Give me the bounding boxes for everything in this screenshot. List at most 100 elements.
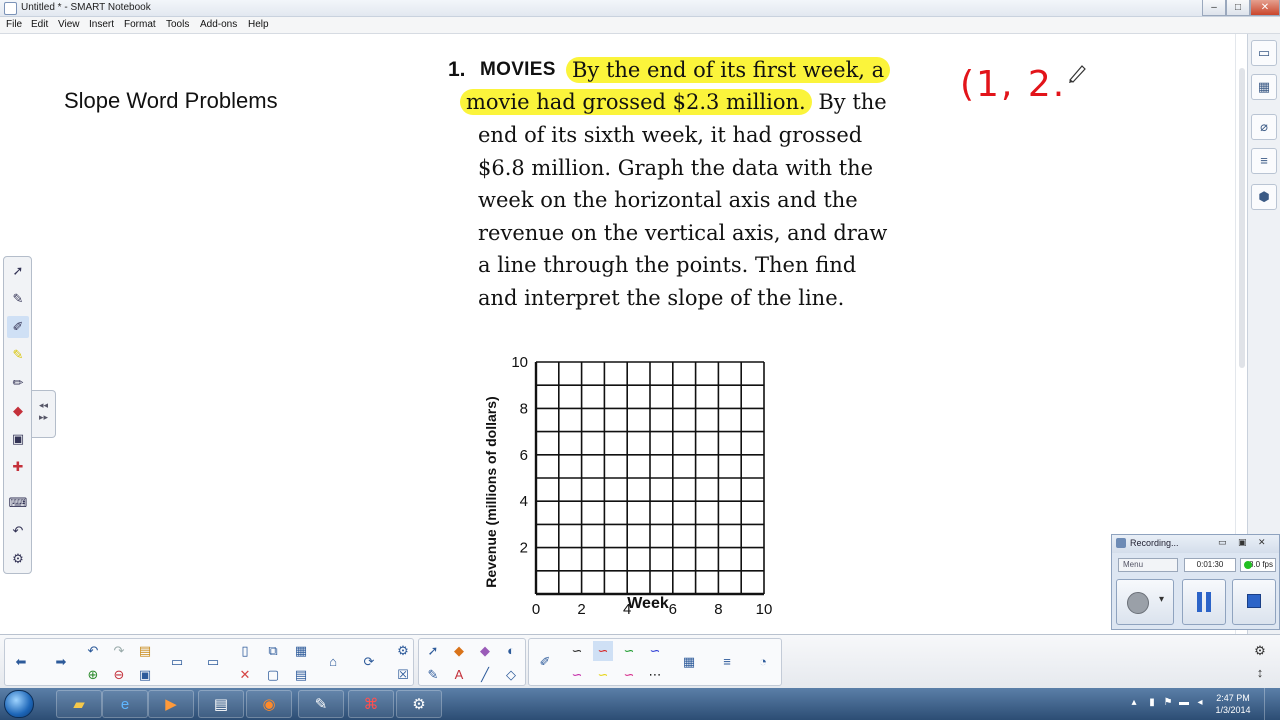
fill-icon[interactable]: ◐ bbox=[501, 641, 521, 661]
close-button[interactable]: ✕ bbox=[1250, 0, 1280, 16]
menu-insert[interactable]: Insert bbox=[89, 19, 114, 30]
menu-help[interactable]: Help bbox=[248, 19, 269, 30]
creative-pen-icon[interactable]: ✏ bbox=[7, 372, 29, 394]
graph-ticks: 0 2 4 6 8 10108642 bbox=[511, 354, 772, 618]
pause-button[interactable] bbox=[1182, 579, 1226, 625]
internet-explorer-taskbar-icon[interactable]: e bbox=[102, 690, 148, 718]
pen-style-yellow-icon[interactable]: ∽ bbox=[593, 665, 613, 685]
pen-style-dashed-icon[interactable]: ⋯ bbox=[645, 665, 665, 685]
line-icon[interactable]: ╱ bbox=[475, 665, 495, 685]
taskbar-clock[interactable]: 2:47 PM 1/3/2014 bbox=[1210, 692, 1256, 716]
color-palette-icon[interactable]: ▦ bbox=[679, 652, 699, 672]
highlighter-icon[interactable]: ✎ bbox=[7, 344, 29, 366]
delete-icon[interactable]: ✕ bbox=[235, 665, 255, 685]
recorder-restore-icon[interactable]: ▣ bbox=[1238, 537, 1247, 548]
scrollbar-thumb[interactable] bbox=[1239, 68, 1245, 368]
attachments-icon[interactable]: ⌀ bbox=[1251, 114, 1277, 140]
handwritten-ink[interactable]: (1, 2. bbox=[960, 64, 1066, 105]
eraser-icon[interactable]: ◆ bbox=[7, 400, 29, 422]
insert-table-icon[interactable]: ▤ bbox=[291, 665, 311, 685]
show-desktop-button[interactable] bbox=[1264, 688, 1280, 720]
menu-tools[interactable]: Tools bbox=[166, 19, 189, 30]
toolbar-settings-icon[interactable]: ⚙ bbox=[1250, 641, 1270, 661]
table-icon[interactable]: ▦ bbox=[291, 641, 311, 661]
customize-icon[interactable]: ⚙ bbox=[7, 548, 29, 570]
erase-icon[interactable]: ◇ bbox=[501, 665, 521, 685]
maximize-button[interactable]: □ bbox=[1226, 0, 1250, 16]
next-page-icon[interactable]: ➡ bbox=[51, 652, 71, 672]
pen-style-black-icon[interactable]: ∽ bbox=[567, 641, 587, 661]
menu-view[interactable]: View bbox=[58, 19, 80, 30]
recorder-close-icon[interactable]: ✕ bbox=[1258, 537, 1266, 548]
document-camera-icon[interactable]: ⌂ bbox=[323, 652, 343, 672]
open-file-icon[interactable]: ▤ bbox=[135, 641, 155, 661]
previous-page-icon[interactable]: ⬅ bbox=[11, 652, 31, 672]
transparency-icon[interactable]: ◔ bbox=[753, 652, 773, 672]
media-player-taskbar-icon[interactable]: ▶ bbox=[148, 690, 194, 718]
delete-page-icon[interactable]: ⊖ bbox=[109, 665, 129, 685]
eraser-icon[interactable]: ◆ bbox=[475, 641, 495, 661]
graph-figure[interactable]: 0 2 4 6 8 10108642 Revenue (millions of dolla… bbox=[470, 316, 790, 626]
paste-icon[interactable]: ▯ bbox=[235, 641, 255, 661]
page-sorter-icon[interactable]: ▭ bbox=[1251, 40, 1277, 66]
copy-icon[interactable]: ⧉ bbox=[263, 641, 283, 661]
menu-edit[interactable]: Edit bbox=[31, 19, 48, 30]
recorder-menu-dropdown[interactable]: Menu bbox=[1118, 558, 1178, 572]
pen-style-magenta-icon[interactable]: ∽ bbox=[567, 665, 587, 685]
screen-capture-icon[interactable]: ▢ bbox=[263, 665, 283, 685]
pen-icon[interactable]: ✐ bbox=[535, 652, 555, 672]
explorer-taskbar-icon[interactable]: ▰ bbox=[56, 690, 102, 718]
start-button[interactable] bbox=[4, 690, 34, 718]
add-ons-icon[interactable]: ⚙ bbox=[393, 641, 413, 661]
network-icon[interactable]: ▮ bbox=[1146, 697, 1158, 709]
pen-style-blue-icon[interactable]: ∽ bbox=[645, 641, 665, 661]
text-icon[interactable]: A bbox=[449, 665, 469, 685]
page-title[interactable]: Slope Word Problems bbox=[64, 88, 278, 114]
recorder-minimize-icon[interactable]: ▭ bbox=[1218, 537, 1227, 548]
flag-icon[interactable]: ⚑ bbox=[1162, 697, 1174, 709]
notebook-page[interactable]: Slope Word Problems 1. MOVIES By the end… bbox=[0, 34, 1236, 634]
minimize-button[interactable]: – bbox=[1202, 0, 1226, 16]
pen-style-green-icon[interactable]: ∽ bbox=[619, 641, 639, 661]
line-thickness-icon[interactable]: ≡ bbox=[717, 652, 737, 672]
redo-icon[interactable]: ↷ bbox=[109, 641, 129, 661]
shapes-icon[interactable]: ◆ bbox=[449, 641, 469, 661]
notebook-taskbar-icon[interactable]: ✎ bbox=[298, 690, 344, 718]
addons-icon[interactable]: ⬢ bbox=[1251, 184, 1277, 210]
menu-file[interactable]: File bbox=[6, 19, 22, 30]
firefox-taskbar-icon[interactable]: ◉ bbox=[246, 690, 292, 718]
add-page-icon[interactable]: ⊕ bbox=[83, 665, 103, 685]
keyboard-icon[interactable]: ⌨ bbox=[7, 492, 29, 514]
battery-icon[interactable]: ▬ bbox=[1178, 697, 1190, 709]
app-taskbar-icon[interactable]: ▤ bbox=[198, 690, 244, 718]
undo-icon[interactable]: ↶ bbox=[83, 641, 103, 661]
fill-icon[interactable]: ▣ bbox=[7, 428, 29, 450]
gallery-icon[interactable]: ▦ bbox=[1251, 74, 1277, 100]
record-button[interactable]: ▾ bbox=[1116, 579, 1174, 625]
volume-icon[interactable]: ◂ bbox=[1194, 697, 1206, 709]
toolbar-move-icon[interactable]: ↕ bbox=[1250, 663, 1270, 683]
select-icon[interactable]: ➚ bbox=[7, 260, 29, 282]
screen-shade-icon[interactable]: ▭ bbox=[167, 652, 187, 672]
undo-icon[interactable]: ↶ bbox=[7, 520, 29, 542]
title-bar: Untitled * - SMART Notebook – □ ✕ bbox=[0, 0, 1280, 17]
collapse-toolbar-button[interactable]: ◂◂ ▸▸ bbox=[32, 390, 56, 438]
magic-pen-icon[interactable]: ✎ bbox=[7, 288, 29, 310]
menu-addons[interactable]: Add-ons bbox=[200, 19, 237, 30]
response-icon[interactable]: ⟳ bbox=[359, 652, 379, 672]
save-icon[interactable]: ▣ bbox=[135, 665, 155, 685]
shapes-icon[interactable]: ✚ bbox=[7, 456, 29, 478]
stop-button[interactable] bbox=[1232, 579, 1276, 625]
pen-icon[interactable]: ✐ bbox=[7, 316, 29, 338]
close-page-icon[interactable]: ☒ bbox=[393, 665, 413, 685]
tray-arrow-icon[interactable]: ▴ bbox=[1128, 697, 1140, 709]
properties-icon[interactable]: ≡ bbox=[1251, 148, 1277, 174]
tools-taskbar-icon[interactable]: ⚙ bbox=[396, 690, 442, 718]
pen-style-pink-icon[interactable]: ∽ bbox=[619, 665, 639, 685]
magic-pen-icon[interactable]: ✎ bbox=[423, 665, 443, 685]
full-screen-icon[interactable]: ▭ bbox=[203, 652, 223, 672]
select-icon[interactable]: ➚ bbox=[423, 641, 443, 661]
pen-style-red-icon[interactable]: ∽ bbox=[593, 641, 613, 661]
menu-format[interactable]: Format bbox=[124, 19, 156, 30]
acrobat-taskbar-icon[interactable]: ⌘ bbox=[348, 690, 394, 718]
